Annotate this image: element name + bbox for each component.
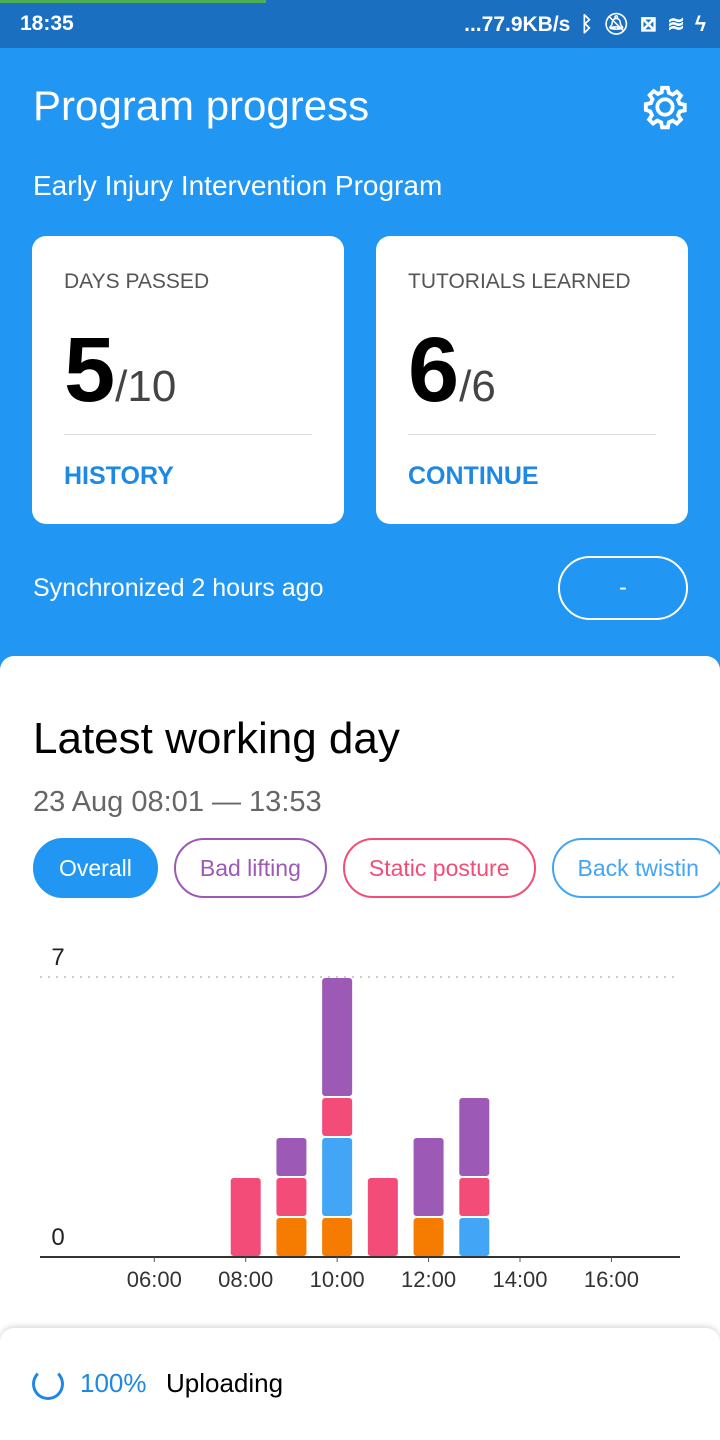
spinner-icon xyxy=(32,1368,64,1400)
y-tick-label: 7 xyxy=(51,944,64,971)
bluetooth-icon: ᛒ xyxy=(580,12,593,36)
activity-chart: 7 0 06:00 08:00 10:00 12:00 14:00 16:00 xyxy=(40,944,680,1292)
bell-off-icon: 🔕︎ xyxy=(602,12,630,36)
x-tick-label: 16:00 xyxy=(584,1267,639,1292)
chip-back-twisting[interactable]: Back twistin xyxy=(551,838,720,898)
page-title: Program progress xyxy=(33,82,370,129)
sim-x-icon: ⊠ xyxy=(639,13,658,36)
continue-button[interactable]: CONTINUE xyxy=(408,462,539,491)
status-bar: 18:35 ...77.9KB/s ᛒ 🔕︎ ⊠ ≋ ϟ xyxy=(0,0,720,48)
upload-percent: 100% xyxy=(80,1368,147,1398)
loading-bar xyxy=(0,0,266,3)
time-range: 23 Aug 08:01 — 13:53 xyxy=(33,786,322,818)
card-value: 6/6 xyxy=(408,319,496,421)
gear-icon[interactable] xyxy=(642,84,688,130)
bar-segment xyxy=(322,1218,353,1256)
latest-day-sheet: Latest working day 23 Aug 08:01 — 13:53 … xyxy=(0,656,720,1356)
bar-segment xyxy=(322,1138,353,1216)
sync-button[interactable]: - xyxy=(558,556,688,620)
bar-segment xyxy=(322,1098,353,1136)
program-header: Program progress Early Injury Interventi… xyxy=(0,48,720,668)
upload-label: Uploading xyxy=(166,1368,284,1398)
x-tick-label: 12:00 xyxy=(401,1267,456,1292)
card-label: DAYS PASSED xyxy=(64,270,210,293)
bar-segment xyxy=(276,1138,307,1176)
bar-segment xyxy=(459,1178,490,1216)
chip-overall[interactable]: Overall xyxy=(33,838,158,898)
divider xyxy=(408,434,656,435)
bar-segment xyxy=(413,1138,444,1216)
chip-static-posture[interactable]: Static posture xyxy=(342,838,536,898)
bar-segment xyxy=(276,1178,307,1216)
wifi-icon: ≋ xyxy=(667,13,685,36)
x-tick-label: 08:00 xyxy=(218,1267,273,1292)
card-label: TUTORIALS LEARNED xyxy=(408,270,631,293)
divider xyxy=(64,434,312,435)
days-passed-card: DAYS PASSED 5/10 HISTORY xyxy=(32,236,344,524)
bar-segment xyxy=(413,1218,444,1256)
upload-bar: 100% Uploading xyxy=(0,1328,720,1440)
sync-status: Synchronized 2 hours ago xyxy=(33,574,324,602)
tutorials-card: TUTORIALS LEARNED 6/6 CONTINUE xyxy=(376,236,688,524)
x-tick-label: 10:00 xyxy=(310,1267,365,1292)
x-tick-label: 06:00 xyxy=(127,1267,182,1292)
bar-segment xyxy=(276,1218,307,1256)
charging-icon: ϟ xyxy=(694,12,706,36)
bar-segment xyxy=(459,1218,490,1256)
status-time: 18:35 xyxy=(20,12,74,35)
network-speed: ...77.9KB/s xyxy=(464,12,571,36)
x-tick-label: 14:00 xyxy=(492,1267,547,1292)
section-title: Latest working day xyxy=(33,714,400,763)
bar-segment xyxy=(367,1178,398,1256)
bar-segment xyxy=(322,978,353,1096)
card-value: 5/10 xyxy=(64,319,177,421)
y-tick-label: 0 xyxy=(51,1224,64,1251)
bar-segment xyxy=(459,1098,490,1176)
filter-chips: Overall Bad lifting Static posture Back … xyxy=(33,838,720,898)
history-button[interactable]: HISTORY xyxy=(64,462,174,491)
chip-bad-lifting[interactable]: Bad lifting xyxy=(173,838,327,898)
bar-segment xyxy=(230,1178,261,1256)
program-name: Early Injury Intervention Program xyxy=(33,170,443,201)
